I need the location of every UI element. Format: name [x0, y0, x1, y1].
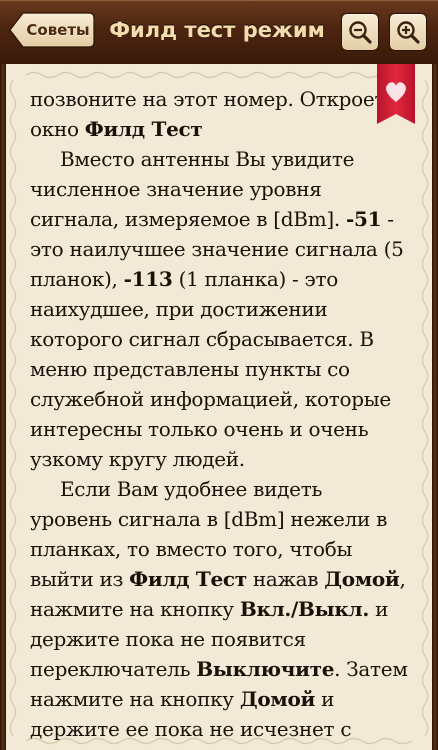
zoom-in-button[interactable] — [389, 13, 427, 51]
text-line: держите ее пока не исчезнет с — [30, 714, 414, 744]
bold-text: Филд Тест — [84, 117, 203, 141]
text-line: окно Филд Тест — [30, 114, 414, 144]
text-run: Если Вам удобнее видеть — [60, 477, 323, 501]
text-run: переключатель — [30, 657, 197, 681]
text-run: Вместо антенны Вы увидите — [60, 147, 355, 171]
text-run: нажмите на кнопку — [30, 687, 240, 711]
bold-text: Выключите — [196, 657, 335, 681]
text-run: которого сигнал сбрасывается. В — [30, 327, 374, 351]
zoom-out-icon — [349, 21, 372, 44]
text-line: наихудшее, при достижении — [30, 294, 414, 324]
text-run: (1 планка) - это — [172, 267, 339, 291]
app: Советы Филд тест режим позвоните на этот… — [0, 0, 438, 750]
text-line: узкому кругу людей. — [30, 444, 414, 474]
text-line: держите пока не появится — [30, 624, 414, 654]
text-line: позвоните на этот номер. Откроется — [30, 84, 414, 114]
text-run: окно — [30, 117, 85, 141]
text-line: служебной информацией, которые — [30, 384, 414, 414]
text-run: и — [369, 597, 389, 621]
text-run: сигнала, измеряемое в [dBm]. — [30, 207, 346, 231]
text-line: меню представлены пункты со — [30, 354, 414, 384]
text-line: сигнала, измеряемое в [dBm]. -51 - — [30, 204, 414, 234]
navigation-bar: Советы Филд тест режим — [0, 0, 438, 65]
ornament-border-top — [26, 71, 412, 79]
article-text: позвоните на этот номер. Откроется окно Ф… — [30, 84, 414, 744]
bold-text: Домой — [324, 567, 400, 591]
text-run: держите ее пока не исчезнет с — [30, 717, 352, 741]
zoom-out-button[interactable] — [341, 13, 379, 51]
text-line: планках, то вместо того, чтобы — [30, 534, 414, 564]
text-line: Вместо антенны Вы увидите — [30, 144, 414, 174]
text-run: численное значение уровня — [30, 177, 322, 201]
text-run: это наилучшее значение сигнала (5 — [30, 237, 404, 261]
text-run: планках, то вместо того, чтобы — [30, 537, 353, 561]
bold-text: -113 — [123, 267, 173, 291]
bookmark-ribbon[interactable] — [376, 64, 416, 126]
text-line: нажмите на кнопку Домой и — [30, 684, 414, 714]
ornament-border-right — [421, 80, 429, 736]
text-run: держите пока не появится — [30, 627, 306, 651]
text-line: переключатель Выключите. Затем — [30, 654, 414, 684]
text-run: уровень сигнала в [dBm] нежели в — [30, 507, 388, 531]
text-line: планок), -113 (1 планка) - это — [30, 264, 414, 294]
text-run: планок), — [30, 267, 124, 291]
text-run: и — [315, 687, 335, 711]
page-title: Филд тест режим — [109, 18, 325, 42]
bold-text: Филд Тест — [129, 567, 247, 591]
frame-right — [432, 64, 438, 750]
bold-text: Вкл./Выкл. — [239, 597, 370, 621]
heart-bookmark-icon — [377, 64, 415, 124]
text-run: узкому кругу людей. — [30, 447, 245, 471]
bold-text: -51 — [346, 207, 382, 231]
text-run: интересны только очень и очень — [30, 417, 369, 441]
back-button[interactable]: Советы — [9, 12, 95, 48]
ornament-border-left — [9, 80, 17, 736]
text-page[interactable]: позвоните на этот номер. Откроется окно Ф… — [6, 64, 432, 750]
text-run: наихудшее, при достижении — [30, 297, 328, 321]
text-run: нажмите на кнопку — [30, 597, 240, 621]
text-run: нажав — [246, 567, 325, 591]
text-line: Если Вам удобнее видеть — [30, 474, 414, 504]
text-line: которого сигнал сбрасывается. В — [30, 324, 414, 354]
zoom-in-icon — [397, 21, 420, 44]
text-run: служебной информацией, которые — [30, 387, 391, 411]
text-line: это наилучшее значение сигнала (5 — [30, 234, 414, 264]
text-line: интересны только очень и очень — [30, 414, 414, 444]
bold-text: Домой — [239, 687, 316, 711]
text-line: нажмите на кнопку Вкл./Выкл. и — [30, 594, 414, 624]
text-line: выйти из Филд Тест нажав Домой, — [30, 564, 414, 594]
text-run: - — [381, 207, 394, 231]
text-line: уровень сигнала в [dBm] нежели в — [30, 504, 414, 534]
text-run: . Затем — [334, 657, 408, 681]
back-button-label: Советы — [26, 21, 90, 39]
text-run: позвоните на этот номер. Откроется — [30, 87, 409, 111]
text-run: меню представлены пункты со — [30, 357, 350, 381]
text-line: численное значение уровня — [30, 174, 414, 204]
text-run: выйти из — [30, 567, 130, 591]
text-run: , — [399, 567, 406, 591]
